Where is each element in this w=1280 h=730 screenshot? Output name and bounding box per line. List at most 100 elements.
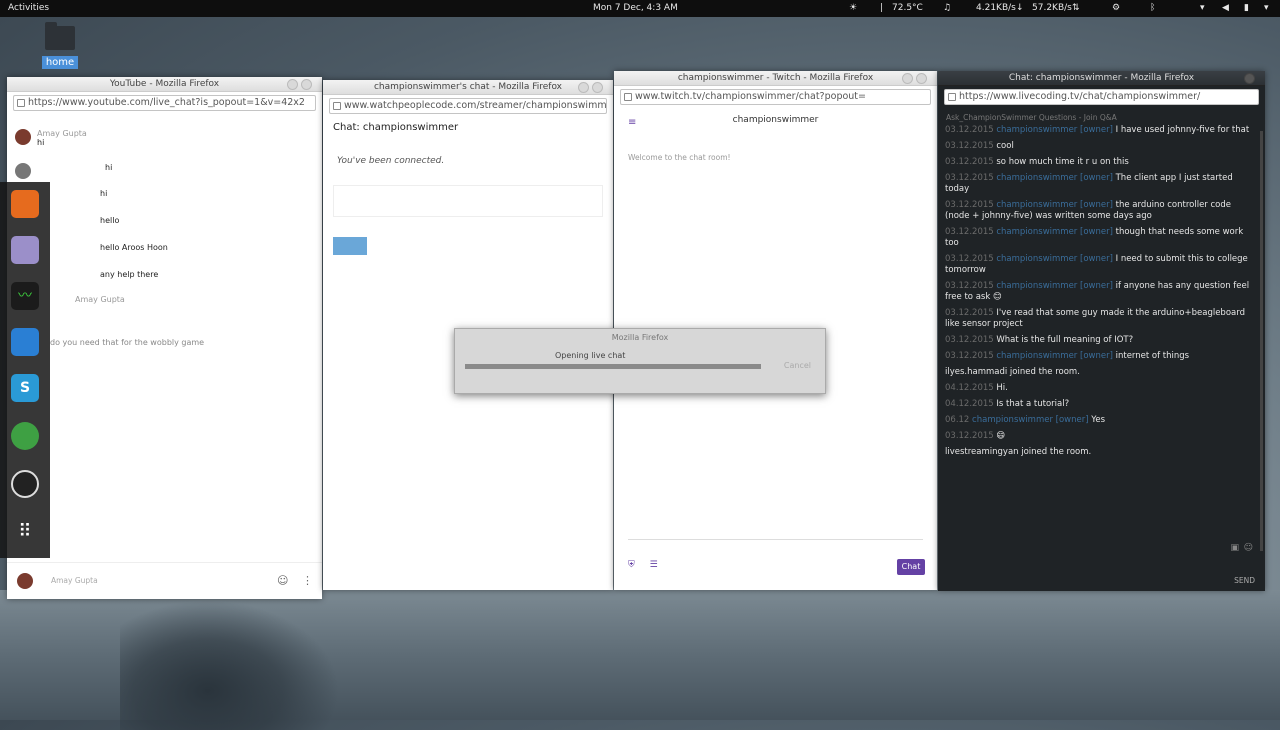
- down-arrow-icon: ↓: [1016, 3, 1024, 13]
- wpc-message-input[interactable]: [333, 185, 603, 217]
- lc-message-time: 03.12.2015: [945, 254, 994, 264]
- youtube-url-bar[interactable]: https://www.youtube.com/live_chat?is_pop…: [13, 95, 316, 111]
- wpc-send-button[interactable]: [333, 237, 367, 255]
- lc-message-user[interactable]: championswimmer [owner]: [996, 254, 1113, 264]
- wpc-titlebar[interactable]: championswimmer's chat - Mozilla Firefox: [323, 80, 613, 95]
- lc-message-time: 03.12.2015: [945, 200, 994, 210]
- twitch-window-title: championswimmer - Twitch - Mozilla Firef…: [677, 73, 874, 83]
- image-icon[interactable]: ▣: [1230, 543, 1239, 553]
- twitch-chat-button[interactable]: Chat: [897, 559, 925, 575]
- lc-message-user[interactable]: championswimmer [owner]: [996, 200, 1113, 210]
- dock: 〰 S ⠿: [0, 182, 50, 558]
- lc-message-text: Hi.: [996, 383, 1008, 393]
- lc-message: livestreamingyan joined the room.: [945, 447, 1257, 458]
- chat-author: Amay Gupta: [75, 295, 125, 304]
- lc-message: 04.12.2015 Hi.: [945, 383, 1257, 394]
- battery-icon[interactable]: ▮: [1244, 3, 1249, 13]
- twitch-titlebar[interactable]: championswimmer - Twitch - Mozilla Firef…: [614, 71, 937, 86]
- lock-icon: [948, 93, 956, 101]
- lc-message: 06.12 championswimmer [owner] Yes: [945, 415, 1257, 426]
- livecoding-url-bar[interactable]: https://www.livecoding.tv/chat/champions…: [944, 89, 1259, 105]
- music-icon[interactable]: ♫: [943, 3, 951, 13]
- dialog-cancel-button[interactable]: Cancel: [784, 361, 811, 370]
- close-button[interactable]: [301, 79, 312, 90]
- avatar: [17, 573, 33, 589]
- system-monitor-icon[interactable]: 〰: [11, 282, 39, 310]
- twitch-chat-input[interactable]: [628, 539, 923, 540]
- emoji-icon[interactable]: ☺: [277, 574, 288, 587]
- lc-message-time: 03.12.2015: [945, 351, 994, 361]
- lc-message-time: 03.12.2015: [945, 281, 994, 291]
- wifi-icon[interactable]: ▾: [1200, 3, 1205, 13]
- youtube-input-area[interactable]: Amay Gupta ☺ ⋮: [7, 562, 322, 599]
- lc-message: 03.12.2015 championswimmer [owner] the a…: [945, 200, 1257, 222]
- livecoding-titlebar[interactable]: Chat: championswimmer - Mozilla Firefox: [938, 71, 1265, 86]
- minimize-button[interactable]: [578, 82, 589, 93]
- bluetooth-icon[interactable]: ᛒ: [1150, 3, 1155, 13]
- lc-message: 04.12.2015 Is that a tutorial?: [945, 399, 1257, 410]
- chat-text: hello: [100, 216, 120, 225]
- temperature: 72.5°C: [892, 3, 923, 13]
- lc-message-text: so how much time it r u on this: [996, 157, 1129, 167]
- lc-message: 03.12.2015 championswimmer [owner] thoug…: [945, 227, 1257, 249]
- youtube-titlebar[interactable]: YouTube - Mozilla Firefox: [7, 77, 322, 92]
- chat-text: hello Aroos Hoon: [100, 243, 168, 252]
- youtube-window[interactable]: YouTube - Mozilla Firefox https://www.yo…: [7, 77, 322, 599]
- emoji-icon[interactable]: ☺: [1244, 543, 1253, 553]
- shield-icon[interactable]: ⛨: [628, 560, 635, 570]
- lc-message-user[interactable]: championswimmer [owner]: [996, 281, 1113, 291]
- twitch-welcome-message: Welcome to the chat room!: [628, 153, 731, 162]
- close-button[interactable]: [1244, 73, 1255, 84]
- youtube-window-title: YouTube - Mozilla Firefox: [109, 79, 220, 89]
- minimize-button[interactable]: [902, 73, 913, 84]
- divider-icon: |: [880, 3, 884, 13]
- twitch-channel-name: championswimmer: [732, 115, 819, 125]
- lc-message-user[interactable]: championswimmer [owner]: [996, 173, 1113, 183]
- app-grid-icon[interactable]: ⠿: [11, 518, 39, 546]
- wpc-url-bar[interactable]: www.watchpeoplecode.com/streamer/champio…: [329, 98, 607, 114]
- home-folder-icon[interactable]: home: [40, 22, 80, 69]
- minimize-button[interactable]: [287, 79, 298, 90]
- livecoding-send-button[interactable]: SEND: [1234, 576, 1255, 585]
- lc-message-text: livestreamingyan joined the room.: [945, 447, 1092, 457]
- chat-text: do you need that for the wobbly game: [50, 338, 205, 347]
- wpc-window-title: championswimmer's chat - Mozilla Firefox: [373, 82, 563, 92]
- firefox-icon[interactable]: [11, 190, 39, 218]
- lc-message-text: ilyes.hammadi joined the room.: [945, 367, 1080, 377]
- mail-icon[interactable]: [11, 328, 39, 356]
- lc-message-time: 03.12.2015: [945, 125, 994, 135]
- activities-button[interactable]: Activities: [8, 3, 49, 13]
- lc-message-time: 03.12.2015: [945, 141, 994, 151]
- lc-message-text: I have used johnny-five for that: [1115, 125, 1250, 135]
- lc-message-time: 03.12.2015: [945, 173, 994, 183]
- twitch-url-bar[interactable]: www.twitch.tv/championswimmer/chat?popou…: [620, 89, 931, 105]
- files-icon[interactable]: [11, 236, 39, 264]
- lc-message-text: cool: [996, 141, 1014, 151]
- android-studio-icon[interactable]: [11, 422, 39, 450]
- twitch-url: www.twitch.tv/championswimmer/chat?popou…: [635, 91, 866, 102]
- more-vert-icon[interactable]: ⋮: [302, 574, 313, 587]
- lc-message-user[interactable]: championswimmer [owner]: [996, 125, 1113, 135]
- list-icon[interactable]: ☰: [650, 560, 658, 570]
- clock[interactable]: Mon 7 Dec, 4:3 AM: [593, 3, 678, 13]
- livecoding-window[interactable]: Chat: championswimmer - Mozilla Firefox …: [938, 71, 1265, 591]
- lc-message-user[interactable]: championswimmer [owner]: [972, 415, 1089, 425]
- lc-message: 03.12.2015 so how much time it r u on th…: [945, 157, 1257, 168]
- slack-icon[interactable]: S: [11, 374, 39, 402]
- scrollbar[interactable]: [1260, 131, 1263, 551]
- obs-icon[interactable]: [11, 470, 39, 498]
- power-menu-icon[interactable]: ▾: [1264, 3, 1269, 13]
- input-author: Amay Gupta: [51, 576, 98, 585]
- livecoding-url: https://www.livecoding.tv/chat/champions…: [959, 91, 1201, 102]
- system-icon[interactable]: ⚙: [1112, 3, 1120, 13]
- lc-message: 03.12.2015 championswimmer [owner] I hav…: [945, 125, 1257, 136]
- close-button[interactable]: [592, 82, 603, 93]
- lock-icon: [17, 99, 25, 107]
- volume-icon[interactable]: ◀: [1222, 3, 1229, 13]
- lc-message-user[interactable]: championswimmer [owner]: [996, 351, 1113, 361]
- close-button[interactable]: [916, 73, 927, 84]
- lc-message-user[interactable]: championswimmer [owner]: [996, 227, 1113, 237]
- chat-text: hi: [100, 189, 108, 198]
- livecoding-room-subtitle: Ask_ChampionSwimmer Questions - Join Q&A: [946, 113, 1117, 122]
- folder-icon: [45, 22, 75, 50]
